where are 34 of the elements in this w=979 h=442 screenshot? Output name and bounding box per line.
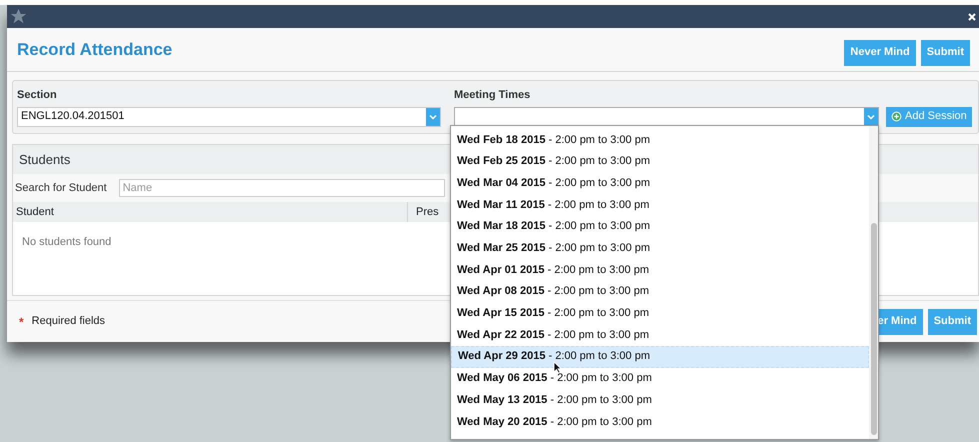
chevron-down-icon bbox=[426, 108, 440, 126]
cursor-icon bbox=[553, 361, 562, 374]
meeting-times-dropdown[interactable] bbox=[454, 106, 879, 126]
column-header: Pres bbox=[415, 204, 440, 220]
dropdown-value: ENGL120.04.201501 bbox=[20, 109, 126, 124]
meeting-time-option[interactable]: Wed Mar 18 2015 - 2:00 pm to 3:00 pm bbox=[451, 216, 869, 238]
meeting-time-option[interactable]: Wed Apr 15 2015 - 2:00 pm to 3:00 pm bbox=[451, 302, 869, 324]
meeting-time-option[interactable]: Wed Mar 11 2015 - 2:00 pm to 3:00 pm bbox=[451, 194, 869, 216]
search-field[interactable]: Name bbox=[118, 179, 445, 197]
meeting-time-option[interactable]: Wed Apr 01 2015 - 2:00 pm to 3:00 pm bbox=[451, 259, 869, 281]
section-dropdown[interactable]: ENGL120.04.201501 bbox=[17, 106, 441, 126]
meeting-time-option[interactable]: Wed Mar 04 2015 - 2:00 pm to 3:00 pm bbox=[451, 172, 869, 194]
meeting-time-option[interactable]: Wed Apr 08 2015 - 2:00 pm to 3:00 pm bbox=[451, 280, 869, 302]
dialog-title: Record Attendance bbox=[17, 38, 172, 61]
required-asterisk: * bbox=[19, 314, 24, 330]
required-note: Required fields bbox=[32, 314, 106, 330]
meeting-time-option[interactable]: Wed May 13 2015 - 2:00 pm to 3:00 pm bbox=[451, 389, 869, 411]
star-icon bbox=[10, 8, 27, 25]
search-label: Search for Student bbox=[15, 180, 107, 196]
meeting-time-option[interactable]: Wed Apr 22 2015 - 2:00 pm to 3:00 pm bbox=[451, 324, 869, 346]
meeting-time-option[interactable]: Wed Feb 25 2015 - 2:00 pm to 3:00 pm bbox=[451, 150, 869, 172]
field-label: Meeting Times bbox=[454, 88, 532, 103]
meeting-time-option[interactable]: Wed Mar 25 2015 - 2:00 pm to 3:00 pm bbox=[451, 237, 869, 260]
meeting-time-option[interactable]: Wed Feb 18 2015 - 2:00 pm to 3:00 pm bbox=[451, 129, 869, 151]
scrollbar[interactable] bbox=[869, 126, 878, 439]
meeting-time-option[interactable]: Wed Apr 29 2015 - 2:00 pm to 3:00 pm bbox=[451, 346, 869, 368]
meeting-time-option[interactable]: Wed May 20 2015 - 2:00 pm to 3:00 pm bbox=[451, 410, 869, 433]
meeting-time-option[interactable]: Wed May 06 2015 - 2:00 pm to 3:00 pm bbox=[451, 368, 869, 390]
plus-circle-icon bbox=[891, 111, 902, 122]
field-label: Section bbox=[17, 88, 58, 103]
panel-title: Students bbox=[19, 150, 70, 169]
empty-message: No students found bbox=[22, 235, 112, 250]
column-header: Student bbox=[13, 202, 408, 222]
close-icon[interactable] bbox=[968, 12, 976, 20]
